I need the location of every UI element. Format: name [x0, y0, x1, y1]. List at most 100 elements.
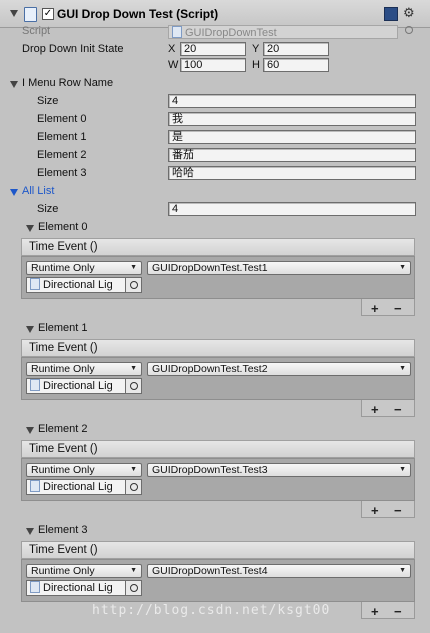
light-object-icon	[30, 480, 40, 492]
script-icon	[172, 26, 182, 38]
unity-event-header: Time Event ()	[21, 541, 415, 559]
menu-row-label[interactable]: I Menu Row Name	[22, 77, 113, 89]
target-object-value: Directional Lig	[43, 279, 113, 291]
function-dropdown[interactable]: GUIDropDownTest.Test4 ▼	[147, 564, 411, 578]
chevron-down-icon: ▼	[399, 567, 406, 574]
foldout-arrow-icon[interactable]	[10, 81, 18, 88]
light-object-icon	[30, 581, 40, 593]
light-object-icon	[30, 379, 40, 391]
watermark: http://blog.csdn.net/ksgt00	[92, 603, 331, 618]
runtime-mode-dropdown[interactable]: Runtime Only ▼	[26, 362, 142, 376]
chevron-down-icon: ▼	[130, 466, 137, 473]
menu-element-label: Element 3	[37, 167, 87, 179]
menu-element-field[interactable]: 是	[168, 130, 416, 144]
function-value: GUIDropDownTest.Test4	[152, 565, 268, 577]
target-object-field[interactable]: Directional Lig	[26, 277, 126, 293]
runtime-mode-dropdown[interactable]: Runtime Only ▼	[26, 261, 142, 275]
target-object-value: Directional Lig	[43, 380, 113, 392]
remove-listener-button[interactable]: −	[394, 302, 402, 315]
script-value: GUIDropDownTest	[185, 27, 277, 39]
menu-element-field[interactable]: 我	[168, 112, 416, 126]
add-listener-button[interactable]: +	[371, 302, 379, 315]
add-listener-button[interactable]: +	[371, 403, 379, 416]
target-object-field[interactable]: Directional Lig	[26, 378, 126, 394]
object-picker-icon[interactable]	[126, 277, 142, 293]
object-picker-icon[interactable]	[126, 580, 142, 596]
foldout-arrow-icon[interactable]	[26, 326, 34, 333]
unity-event-header: Time Event ()	[21, 238, 415, 256]
add-listener-button[interactable]: +	[371, 504, 379, 517]
all-list-label[interactable]: All List	[22, 185, 54, 197]
runtime-mode-dropdown[interactable]: Runtime Only ▼	[26, 463, 142, 477]
help-book-icon[interactable]	[384, 7, 398, 21]
list-element-label[interactable]: Element 2	[38, 423, 88, 435]
object-picker-icon[interactable]	[126, 378, 142, 394]
w-label: W	[168, 59, 179, 71]
chevron-down-icon: ▼	[130, 365, 137, 372]
menu-element-field[interactable]: 番茄	[168, 148, 416, 162]
unity-event-header: Time Event ()	[21, 440, 415, 458]
unity-event-header: Time Event ()	[21, 339, 415, 357]
runtime-mode-value: Runtime Only	[31, 565, 95, 577]
menu-size-field[interactable]: 4	[168, 94, 416, 108]
chevron-down-icon: ▼	[399, 466, 406, 473]
menu-element-label: Element 2	[37, 149, 87, 161]
y-field[interactable]: 20	[263, 42, 329, 56]
x-field[interactable]: 20	[180, 42, 246, 56]
runtime-mode-dropdown[interactable]: Runtime Only ▼	[26, 564, 142, 578]
x-label: X	[168, 43, 176, 55]
function-dropdown[interactable]: GUIDropDownTest.Test3 ▼	[147, 463, 411, 477]
chevron-down-icon: ▼	[130, 264, 137, 271]
all-list-size-field[interactable]: 4	[168, 202, 416, 216]
component-title: GUI Drop Down Test (Script)	[57, 7, 219, 21]
menu-size-label: Size	[37, 95, 59, 107]
runtime-mode-value: Runtime Only	[31, 464, 95, 476]
foldout-arrow-icon[interactable]	[26, 528, 34, 535]
runtime-mode-value: Runtime Only	[31, 363, 95, 375]
list-footer	[361, 501, 415, 518]
menu-element-label: Element 0	[37, 113, 87, 125]
function-dropdown[interactable]: GUIDropDownTest.Test2 ▼	[147, 362, 411, 376]
list-footer	[361, 602, 415, 619]
remove-listener-button[interactable]: −	[394, 403, 402, 416]
all-list-size-label: Size	[37, 203, 59, 215]
h-field[interactable]: 60	[263, 58, 329, 72]
function-value: GUIDropDownTest.Test2	[152, 363, 268, 375]
remove-listener-button[interactable]: −	[394, 605, 402, 618]
chevron-down-icon: ▼	[399, 264, 406, 271]
y-label: Y	[252, 43, 260, 55]
script-icon	[24, 7, 37, 22]
gear-icon[interactable]: ⚙	[403, 5, 415, 21]
chevron-down-icon: ▼	[130, 567, 137, 574]
add-listener-button[interactable]: +	[371, 605, 379, 618]
target-object-value: Directional Lig	[43, 582, 113, 594]
menu-element-field[interactable]: 哈哈	[168, 166, 416, 180]
function-value: GUIDropDownTest.Test1	[152, 262, 268, 274]
script-label: Script	[22, 25, 51, 37]
object-picker-icon[interactable]	[126, 479, 142, 495]
script-field: GUIDropDownTest	[168, 25, 398, 39]
enabled-checkbox[interactable]: ✓	[42, 8, 54, 20]
init-state-label: Drop Down Init State	[22, 43, 124, 55]
foldout-arrow-icon[interactable]	[10, 10, 18, 17]
chevron-down-icon: ▼	[399, 365, 406, 372]
list-element-label[interactable]: Element 0	[38, 221, 88, 233]
list-element-label[interactable]: Element 1	[38, 322, 88, 334]
object-picker-icon[interactable]	[405, 26, 413, 34]
list-element-label[interactable]: Element 3	[38, 524, 88, 536]
foldout-arrow-icon[interactable]	[10, 189, 18, 196]
light-object-icon	[30, 278, 40, 290]
foldout-arrow-icon[interactable]	[26, 427, 34, 434]
w-field[interactable]: 100	[180, 58, 246, 72]
target-object-field[interactable]: Directional Lig	[26, 479, 126, 495]
runtime-mode-value: Runtime Only	[31, 262, 95, 274]
function-dropdown[interactable]: GUIDropDownTest.Test1 ▼	[147, 261, 411, 275]
function-value: GUIDropDownTest.Test3	[152, 464, 268, 476]
list-footer	[361, 400, 415, 417]
list-footer	[361, 299, 415, 316]
target-object-value: Directional Lig	[43, 481, 113, 493]
foldout-arrow-icon[interactable]	[26, 225, 34, 232]
h-label: H	[252, 59, 260, 71]
target-object-field[interactable]: Directional Lig	[26, 580, 126, 596]
remove-listener-button[interactable]: −	[394, 504, 402, 517]
